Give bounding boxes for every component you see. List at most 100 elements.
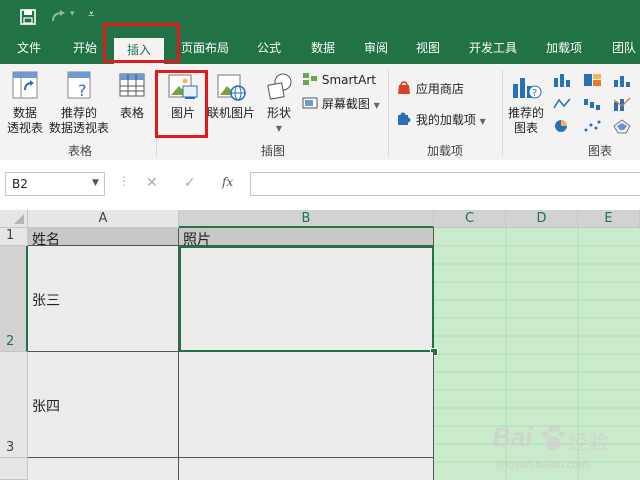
cell-b4[interactable] [179, 458, 434, 480]
column-header-a[interactable]: A [28, 210, 179, 228]
tab-insert[interactable]: 插入 [114, 38, 164, 64]
tab-home[interactable]: 开始 [60, 34, 110, 64]
row-header-2[interactable]: 2 [0, 246, 28, 352]
combo-chart-icon[interactable] [612, 96, 634, 112]
cell-a3[interactable]: 张四 [28, 352, 179, 458]
row-number: 2 [6, 334, 15, 349]
online-picture-icon [217, 74, 246, 101]
recommended-pivot-label-1: 推荐的 [60, 106, 97, 120]
ribbon-tabs: 文件 开始 插入 页面布局 公式 数据 审阅 视图 开发工具 加载项 团队 [0, 34, 640, 64]
pivot-table-label-2: 透视表 [6, 121, 43, 135]
recommended-charts-button[interactable]: ? 推荐的 图表 [506, 72, 546, 136]
group-separator [156, 70, 157, 156]
tab-page-layout[interactable]: 页面布局 [176, 34, 234, 64]
hierarchy-chart-icon[interactable] [582, 72, 604, 88]
pivot-table-label-1: 数据 [12, 106, 37, 120]
recommended-pivot-icon: ? [67, 71, 91, 100]
column-header-c[interactable]: C [434, 210, 506, 228]
name-box-dropdown-icon[interactable]: ▼ [92, 178, 99, 188]
formula-bar-area: B2 ▼ ⋮ ✕ ✓ fx [0, 160, 640, 210]
row-header-3[interactable]: 3 [0, 352, 28, 458]
cell-a1[interactable]: 姓名 [28, 228, 179, 248]
shapes-icon [267, 73, 292, 100]
line-chart-icon[interactable] [552, 96, 574, 112]
my-addins-icon [398, 112, 411, 125]
smartart-button[interactable]: SmartArt [302, 72, 376, 87]
paw-logo-icon [542, 426, 565, 450]
select-all-button[interactable] [0, 210, 28, 228]
cell-text: 张四 [32, 399, 60, 415]
title-bar: ▾ ⩡ [0, 0, 640, 34]
formula-input[interactable] [250, 172, 640, 196]
redo-icon[interactable] [50, 9, 68, 25]
online-picture-button[interactable]: 联机图片 [206, 72, 256, 121]
picture-button[interactable]: 图片 [162, 72, 204, 121]
baidu-watermark: Bai 经验 jingyan.baidu.com [488, 420, 638, 478]
row-number: 3 [6, 440, 15, 455]
cell-b3[interactable] [179, 352, 434, 458]
pie-chart-icon[interactable] [552, 118, 574, 134]
table-label: 表格 [119, 106, 144, 120]
ribbon: 数据 透视表 ? 推荐的 数据透视表 表格 表格 图片 联机图片 形状 ▼ Sm… [0, 64, 640, 161]
svg-text:?: ? [78, 81, 87, 100]
table-button[interactable]: 表格 [114, 70, 150, 121]
shapes-dropdown-icon: ▼ [275, 124, 283, 133]
tab-view[interactable]: 视图 [408, 34, 448, 64]
shapes-button[interactable]: 形状 ▼ [260, 72, 298, 136]
radar-chart-icon[interactable] [612, 118, 634, 134]
recommended-charts-label-2: 图表 [513, 121, 538, 135]
column-header-d[interactable]: D [506, 210, 578, 228]
watermark-brand-2: 经验 [568, 430, 608, 454]
tab-formulas[interactable]: 公式 [248, 34, 290, 64]
smartart-label: SmartArt [321, 73, 376, 87]
svg-text:?: ? [532, 88, 537, 99]
group-label-tables: 表格 [67, 144, 92, 158]
recommended-charts-label-1: 推荐的 [507, 106, 544, 120]
tab-addins[interactable]: 加载项 [538, 34, 590, 64]
waterfall-chart-icon[interactable] [582, 96, 604, 112]
group-label-charts: 图表 [587, 144, 612, 158]
enter-icon[interactable]: ✓ [184, 175, 196, 191]
smartart-icon [303, 73, 317, 85]
column-header-b[interactable]: B [179, 210, 434, 228]
watermark-brand: Bai [492, 422, 533, 452]
tab-developer[interactable]: 开发工具 [462, 34, 524, 64]
tab-team[interactable]: 团队 [604, 34, 640, 64]
screenshot-dropdown-icon: ▼ [373, 101, 380, 110]
column-header-e[interactable]: E [578, 210, 640, 228]
picture-icon [168, 74, 198, 99]
insert-function-button[interactable]: fx [222, 175, 233, 189]
redo-dropdown-icon[interactable]: ▾ [70, 9, 75, 19]
customize-toolbar-icon[interactable]: ⩡ [88, 7, 95, 22]
watermark-url: jingyan.baidu.com [496, 460, 589, 471]
cancel-icon[interactable]: ✕ [146, 175, 158, 191]
row-number: 1 [6, 228, 15, 243]
store-button[interactable]: 应用商店 [396, 80, 464, 97]
pivot-table-button[interactable]: 数据 透视表 [4, 70, 46, 136]
tab-file[interactable]: 文件 [2, 34, 56, 64]
cell-text: 张三 [32, 293, 60, 309]
row-header-1[interactable]: 1 [0, 228, 28, 246]
picture-label: 图片 [170, 106, 195, 120]
my-addins-button[interactable]: 我的加载项 ▼ [396, 111, 486, 128]
statistic-chart-icon[interactable] [612, 72, 634, 88]
cell-b1[interactable]: 照片 [179, 228, 434, 248]
cell-a2[interactable]: 张三 [28, 246, 179, 352]
tab-review[interactable]: 审阅 [356, 34, 396, 64]
group-separator [502, 70, 503, 156]
screenshot-button[interactable]: 屏幕截图 ▼ [302, 95, 380, 112]
row-header-4[interactable] [0, 458, 28, 480]
name-box-value: B2 [12, 177, 28, 191]
name-box[interactable]: B2 ▼ [5, 172, 105, 196]
scatter-chart-icon[interactable] [582, 118, 604, 134]
recommended-pivot-button[interactable]: ? 推荐的 数据透视表 [46, 70, 112, 136]
my-addins-dropdown-icon: ▼ [479, 117, 486, 126]
save-icon[interactable] [20, 9, 36, 25]
cell-a4[interactable] [28, 458, 179, 480]
group-separator [388, 70, 389, 156]
column-chart-icon[interactable] [552, 72, 574, 88]
tab-data[interactable]: 数据 [302, 34, 344, 64]
cell-b2-active[interactable] [179, 246, 434, 352]
table-icon [119, 73, 145, 97]
recommended-pivot-label-2: 数据透视表 [48, 121, 109, 135]
